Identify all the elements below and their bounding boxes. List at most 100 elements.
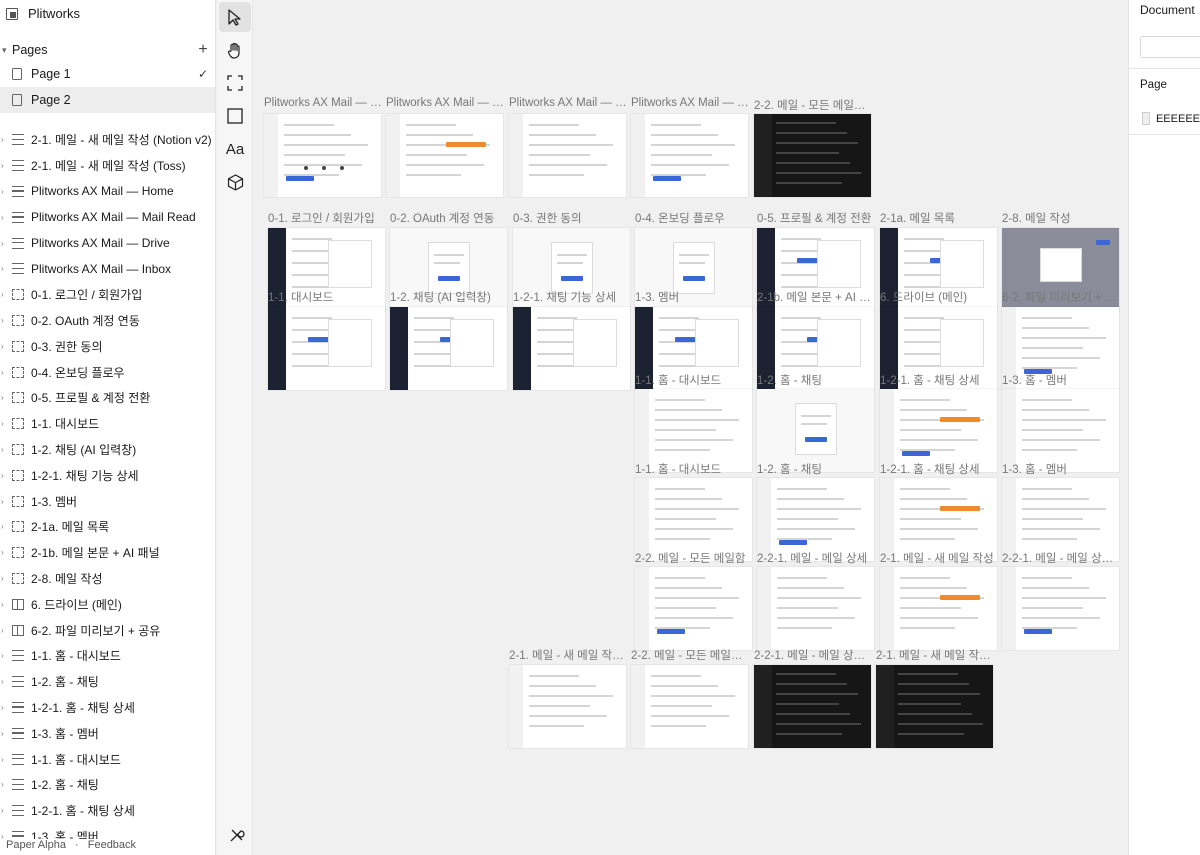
chevron-right-icon[interactable]: › — [1, 290, 11, 299]
layer-item[interactable]: › 0-5. 프로필 & 계정 전환 — [0, 385, 215, 411]
frame-thumbnail[interactable] — [757, 567, 874, 650]
frame-label[interactable]: Plitworks AX Mail — Mail Read — [386, 97, 504, 109]
layer-item[interactable]: › 1-2-1. 홈 - 채팅 상세 — [0, 695, 215, 721]
chevron-right-icon[interactable]: › — [1, 239, 11, 248]
frame-thumbnail[interactable] — [635, 567, 752, 650]
frame-label[interactable]: 2-1b. 메일 본문 + AI 패널 — [757, 289, 875, 305]
chevron-right-icon[interactable]: › — [1, 780, 11, 789]
layer-item[interactable]: › Plitworks AX Mail — Drive — [0, 230, 215, 256]
chevron-right-icon[interactable]: › — [1, 393, 11, 402]
frame-label[interactable]: 0-2. OAuth 계정 연동 — [390, 210, 508, 226]
layer-item[interactable]: › 2-1. 메일 - 새 메일 작성 (Toss) — [0, 153, 215, 179]
frame-thumbnail[interactable] — [757, 478, 874, 561]
chevron-right-icon[interactable]: › — [1, 703, 11, 712]
frame-label[interactable]: Plitworks AX Mail — Home — [264, 97, 382, 109]
chevron-right-icon[interactable]: › — [1, 264, 11, 273]
frame-thumbnail[interactable] — [390, 307, 507, 390]
frame-thumbnail[interactable] — [631, 665, 748, 748]
layer-item[interactable]: › 0-2. OAuth 계정 연동 — [0, 308, 215, 334]
frame-thumbnail[interactable] — [876, 665, 993, 748]
chevron-right-icon[interactable]: › — [1, 445, 11, 454]
frame-label[interactable]: 1-2-1. 홈 - 채팅 상세 — [880, 372, 998, 388]
frame-label[interactable]: 0-1. 로그인 / 회원가입 — [268, 210, 386, 226]
layer-item[interactable]: › 1-2-1. 홈 - 채팅 상세 — [0, 798, 215, 824]
frame-thumbnail[interactable] — [1002, 389, 1119, 472]
frame-label[interactable]: Plitworks AX Mail — Inbox — [631, 97, 749, 109]
frame-label[interactable]: 1-3. 멤버 — [635, 289, 753, 305]
layer-item[interactable]: › 0-4. 온보딩 플로우 — [0, 359, 215, 385]
layer-item[interactable]: › 2-1. 메일 - 새 메일 작성 (Notion v2) — [0, 127, 215, 153]
layer-item[interactable]: › Plitworks AX Mail — Home — [0, 179, 215, 205]
chevron-right-icon[interactable]: › — [1, 187, 11, 196]
layer-item[interactable]: › 1-3. 멤버 — [0, 488, 215, 514]
layer-item[interactable]: › 6. 드라이브 (메인) — [0, 591, 215, 617]
layer-item[interactable]: › 1-3. 홈 - 멤버 — [0, 720, 215, 746]
add-page-icon[interactable]: + — [191, 41, 215, 59]
frame-label[interactable]: 2-2. 메일 - 모든 메일함 — [635, 550, 753, 566]
page-item-2[interactable]: Page 2 — [0, 87, 215, 113]
frame-label[interactable]: 2-2-1. 메일 - 메일 상세 — [757, 550, 875, 566]
layer-item[interactable]: › 1-1. 홈 - 대시보드 — [0, 643, 215, 669]
frame-thumbnail[interactable] — [880, 478, 997, 561]
pages-section-header[interactable]: ▾ Pages + — [0, 39, 215, 61]
chevron-right-icon[interactable]: › — [1, 471, 11, 480]
frame-thumbnail[interactable] — [631, 114, 748, 197]
chevron-right-icon[interactable]: › — [1, 135, 11, 144]
frame-label[interactable]: 1-2-1. 채팅 기능 상세 — [513, 289, 631, 305]
layer-item[interactable]: › 1-2-1. 채팅 기능 상세 — [0, 462, 215, 488]
frame-thumbnail[interactable] — [386, 114, 503, 197]
frame-label[interactable]: 0-5. 프로필 & 계정 전환 — [757, 210, 875, 226]
frame-label[interactable]: 2-1a. 메일 목록 — [880, 210, 998, 226]
chevron-down-icon[interactable]: ▾ — [2, 45, 12, 56]
layer-item[interactable]: › 1-2. 홈 - 채팅 — [0, 669, 215, 695]
frame-label[interactable]: 2-1. 메일 - 새 메일 작성 (Dark) — [876, 647, 994, 663]
frame-label[interactable]: 2-2. 메일 - 모든 메일함 (Dark) — [754, 97, 872, 113]
chevron-right-icon[interactable]: › — [1, 574, 11, 583]
layer-item[interactable]: › Plitworks AX Mail — Mail Read — [0, 204, 215, 230]
chevron-right-icon[interactable]: › — [1, 368, 11, 377]
frame-thumbnail[interactable] — [1002, 478, 1119, 561]
layer-item[interactable]: › 2-1b. 메일 본문 + AI 패널 — [0, 540, 215, 566]
frame-thumbnail[interactable] — [1002, 567, 1119, 650]
frame-label[interactable]: 1-3. 홈 - 멤버 — [1002, 461, 1120, 477]
color-swatch[interactable] — [1142, 112, 1150, 125]
frame-label[interactable]: 1-2. 홈 - 채팅 — [757, 372, 875, 388]
frame-thumbnail[interactable] — [509, 665, 626, 748]
layer-item[interactable]: › 0-3. 권한 동의 — [0, 333, 215, 359]
layer-item[interactable]: › 1-1. 홈 - 대시보드 — [0, 746, 215, 772]
frame-thumbnail[interactable] — [635, 478, 752, 561]
frame-thumbnail[interactable] — [880, 389, 997, 472]
app-header[interactable]: Plitworks — [0, 0, 215, 27]
frame-label[interactable]: 1-2. 홈 - 채팅 — [757, 461, 875, 477]
frame-label[interactable]: 1-1. 홈 - 대시보드 — [635, 461, 753, 477]
frame-label[interactable]: 2-8. 메일 작성 — [1002, 210, 1120, 226]
hand-tool-button[interactable] — [219, 35, 251, 65]
chevron-right-icon[interactable]: › — [1, 755, 11, 764]
chevron-right-icon[interactable]: › — [1, 161, 11, 170]
frame-label[interactable]: 2-2-1. 메일 - 메일 상세 (Dark) — [754, 647, 872, 663]
chevron-right-icon[interactable]: › — [1, 600, 11, 609]
chevron-right-icon[interactable]: › — [1, 497, 11, 506]
frame-label[interactable]: 1-1. 홈 - 대시보드 — [635, 372, 753, 388]
frame-thumbnail[interactable] — [264, 114, 381, 197]
frame-tool-button[interactable] — [219, 68, 251, 98]
layer-item[interactable]: › 1-2. 채팅 (AI 입력창) — [0, 437, 215, 463]
layer-item[interactable]: › 2-8. 메일 작성 — [0, 566, 215, 592]
chevron-right-icon[interactable]: › — [1, 729, 11, 738]
frame-label[interactable]: 1-3. 홈 - 멤버 — [1002, 372, 1120, 388]
frame-label[interactable]: 2-1. 메일 - 새 메일 작성 (Notion) — [509, 647, 627, 663]
frame-label[interactable]: Plitworks AX Mail — Drive — [509, 97, 627, 109]
document-name-field[interactable] — [1140, 36, 1200, 58]
frame-thumbnail[interactable] — [513, 307, 630, 390]
frame-thumbnail[interactable] — [757, 389, 874, 472]
frame-label[interactable]: 2-2-1. 메일 - 메일 상세 (AI) — [1002, 550, 1120, 566]
chevron-right-icon[interactable]: › — [1, 806, 11, 815]
design-canvas[interactable]: Plitworks AX Mail — Home Plitworks AX Mai… — [254, 0, 1128, 855]
chevron-right-icon[interactable]: › — [1, 651, 11, 660]
layer-item[interactable]: › 1-2. 홈 - 채팅 — [0, 772, 215, 798]
page-color-value[interactable]: EEEEEE — [1156, 113, 1200, 125]
page-item-1[interactable]: Page 1 ✓ — [0, 61, 215, 87]
chevron-right-icon[interactable]: › — [1, 626, 11, 635]
frame-thumbnail[interactable] — [754, 114, 871, 197]
chevron-right-icon[interactable]: › — [1, 342, 11, 351]
